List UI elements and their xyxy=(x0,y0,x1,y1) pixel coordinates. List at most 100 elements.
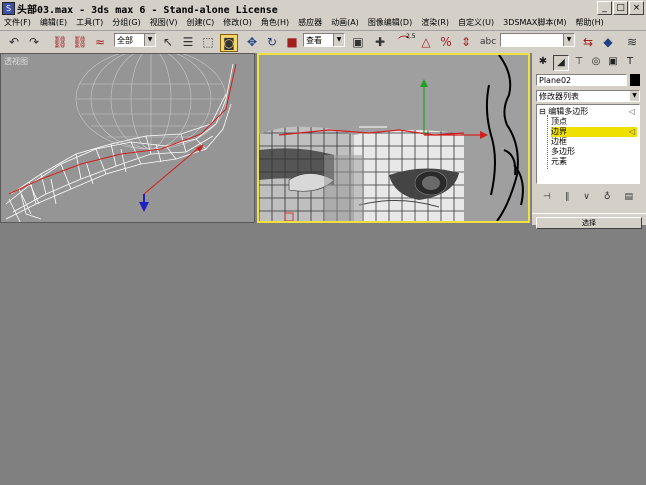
remove-modifier-icon[interactable]: ♁ xyxy=(604,190,611,204)
sphere-wireframe xyxy=(75,54,227,150)
hierarchy-tab-icon[interactable]: ⊤ xyxy=(572,55,586,69)
menu-character[interactable]: 角色(H) xyxy=(257,16,294,30)
menu-maxscript[interactable]: 3DSMAX脚本(M) xyxy=(499,16,571,30)
menu-tools[interactable]: 工具(T) xyxy=(72,16,108,30)
select-and-rotate-icon[interactable]: ↻ xyxy=(264,34,280,50)
command-panel-tabs: ✱ ◢ ⊤ ◎ ▣ T xyxy=(536,55,637,71)
modifier-list-label: 修改器列表 xyxy=(539,92,579,101)
display-tab-icon[interactable]: ▣ xyxy=(606,55,620,69)
menu-modifiers[interactable]: 修改(O) xyxy=(219,16,257,30)
move-gizmo[interactable] xyxy=(139,144,204,212)
pin-stack-icon[interactable]: ⊣ xyxy=(543,190,551,204)
undo-icon[interactable]: ↶ xyxy=(6,34,22,50)
menu-create[interactable]: 创建(C) xyxy=(182,16,219,30)
chevron-down-icon: ▼ xyxy=(333,34,344,46)
maximize-button[interactable]: □ xyxy=(613,1,628,15)
select-by-name-icon[interactable]: ☰ xyxy=(180,34,196,50)
ear-sketch xyxy=(485,55,524,221)
select-object-icon[interactable]: ↖ xyxy=(160,34,176,50)
collapse-icon[interactable]: ⊟ xyxy=(539,107,548,116)
modifier-list-dropdown[interactable]: 修改器列表 ▼ xyxy=(536,90,640,102)
percent-snap-icon[interactable]: % xyxy=(438,34,454,50)
motion-tab-icon[interactable]: ◎ xyxy=(589,55,603,69)
angle-snap-icon[interactable]: △ xyxy=(418,34,434,50)
object-name-field[interactable]: Plane02 xyxy=(536,74,627,86)
menu-animation[interactable]: 动画(A) xyxy=(327,16,364,30)
select-and-manipulate-icon[interactable]: ✚ xyxy=(372,34,388,50)
select-and-link-icon[interactable]: ⛓ xyxy=(52,34,68,50)
chevron-down-icon: ▼ xyxy=(563,34,574,46)
main-toolbar: ↶ ↷ ⛓ ⛓ ≈ 全部 ▼ ↖ ☰ ⬚ ◙ ✥ ↻ ■ 查看 ▼ ▣ ✚ 2.… xyxy=(0,31,646,54)
minimize-button[interactable]: _ xyxy=(597,1,612,15)
stack-item-edge[interactable]: 边框 xyxy=(551,137,637,147)
face-mesh xyxy=(259,126,464,221)
snap-value: 2.5 xyxy=(406,33,416,40)
modifier-stack: ⊟ 编辑多边形 ◁ 顶点 边界 ◁ 边框 多边形 元素 xyxy=(536,104,640,184)
selected-border-edge xyxy=(8,63,237,195)
layer-manager-icon[interactable]: ≋ xyxy=(624,34,640,50)
title-bar: S 头部03.max - 3ds max 6 - Stand-alone Lic… xyxy=(0,0,646,17)
stack-item-polygon[interactable]: 多边形 xyxy=(551,147,637,157)
window-controls: _ □ × xyxy=(597,1,644,15)
close-button[interactable]: × xyxy=(629,1,644,15)
perspective-viewport[interactable]: 透视图 xyxy=(0,53,255,223)
stack-item-border[interactable]: 边界 ◁ xyxy=(551,127,637,137)
named-selection-dropdown[interactable]: ▼ xyxy=(500,33,575,47)
menu-reactor[interactable]: 感应器 xyxy=(294,16,327,30)
menu-views[interactable]: 视图(V) xyxy=(146,16,183,30)
show-end-result-icon[interactable]: ∥ xyxy=(565,190,570,204)
pin-icon: ◁ xyxy=(628,127,635,136)
front-viewport[interactable] xyxy=(257,53,530,223)
menu-edit[interactable]: 编辑(E) xyxy=(36,16,72,30)
bind-to-space-warp-icon[interactable]: ≈ xyxy=(92,34,108,50)
selection-rollout-header[interactable]: 选择 xyxy=(536,217,642,229)
reference-coord-dropdown[interactable]: 查看 ▼ xyxy=(303,33,345,47)
utilities-tab-icon[interactable]: T xyxy=(623,55,637,69)
chevron-down-icon: ▼ xyxy=(630,91,639,101)
viewport-label: 透视图 xyxy=(4,57,28,66)
pin-icon: ◁ xyxy=(628,107,635,116)
select-and-move-icon[interactable]: ✥ xyxy=(244,34,260,50)
viewport-face-scene xyxy=(259,55,524,221)
chevron-down-icon: ▼ xyxy=(144,34,155,46)
menu-graph-editors[interactable]: 图像编辑(D) xyxy=(364,16,417,30)
unlink-selection-icon[interactable]: ⛓ xyxy=(72,34,88,50)
menu-help[interactable]: 帮助(H) xyxy=(571,16,608,30)
mirror-icon[interactable]: ⇆ xyxy=(580,34,596,50)
reference-coord-value: 查看 xyxy=(306,36,322,45)
menu-rendering[interactable]: 渲染(R) xyxy=(417,16,454,30)
selection-filter-value: 全部 xyxy=(117,36,133,45)
stack-item-edit-poly[interactable]: ⊟ 编辑多边形 ◁ xyxy=(539,107,639,117)
pivot-center-icon[interactable]: ▣ xyxy=(350,34,366,50)
make-unique-icon[interactable]: ∨ xyxy=(583,190,590,204)
3ds-max-icon[interactable]: S xyxy=(2,2,15,15)
menu-customize[interactable]: 自定义(U) xyxy=(454,16,499,30)
align-icon[interactable]: ◆ xyxy=(600,34,616,50)
selection-filter-dropdown[interactable]: 全部 ▼ xyxy=(114,33,156,47)
stack-item-border-label: 边界 xyxy=(551,127,567,136)
edit-named-selection-icon[interactable]: abc xyxy=(480,34,496,50)
snap-toggle-icon[interactable]: 2.5 ⌒ xyxy=(396,33,416,50)
modify-tab-icon[interactable]: ◢ xyxy=(553,55,569,71)
mesh-wireframe xyxy=(5,63,234,222)
stack-tree-line xyxy=(547,115,549,169)
rectangular-selection-icon[interactable]: ⬚ xyxy=(200,34,216,50)
stack-buttons: ⊣ ∥ ∨ ♁ ▤ xyxy=(536,190,640,204)
window-title: 头部03.max - 3ds max 6 - Stand-alone Licen… xyxy=(17,5,278,16)
selection-rollout: 选择 xyxy=(532,213,646,229)
redo-icon[interactable]: ↷ xyxy=(26,34,42,50)
configure-modifier-sets-icon[interactable]: ▤ xyxy=(624,190,633,204)
stack-root-label: 编辑多边形 xyxy=(548,107,589,116)
object-color-swatch[interactable] xyxy=(630,74,640,86)
viewport-wireframe-scene xyxy=(5,54,237,222)
select-and-scale-icon[interactable]: ■ xyxy=(284,34,300,50)
move-gizmo[interactable] xyxy=(420,79,488,139)
stack-item-vertex[interactable]: 顶点 xyxy=(551,117,637,127)
menu-file[interactable]: 文件(F) xyxy=(0,16,36,30)
window-crossing-icon[interactable]: ◙ xyxy=(220,34,238,52)
menu-bar: 文件(F) 编辑(E) 工具(T) 分组(G) 视图(V) 创建(C) 修改(O… xyxy=(0,16,646,31)
spinner-snap-icon[interactable]: ⇕ xyxy=(458,34,474,50)
menu-group[interactable]: 分组(G) xyxy=(108,16,145,30)
create-tab-icon[interactable]: ✱ xyxy=(536,55,550,69)
stack-item-element[interactable]: 元素 xyxy=(551,157,637,167)
